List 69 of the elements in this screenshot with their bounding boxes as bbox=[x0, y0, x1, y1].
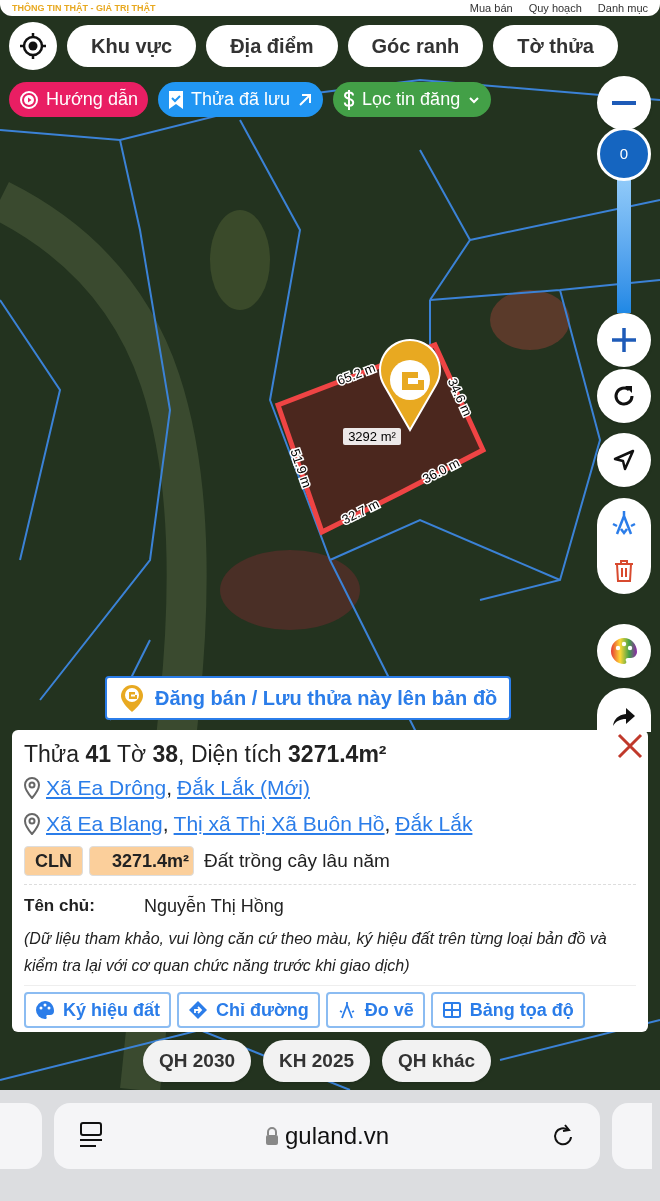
address-link[interactable]: Thị xã Thị Xã Buôn Hồ bbox=[173, 808, 385, 840]
action-button[interactable]: Bảng tọa độ bbox=[430, 992, 585, 1028]
adjacent-tab-preview bbox=[612, 1103, 652, 1169]
table-icon bbox=[441, 1000, 462, 1020]
edge-length-label: 34.6 m bbox=[444, 375, 476, 419]
url-text: guland.vn bbox=[284, 1121, 390, 1151]
plus-icon bbox=[611, 327, 637, 353]
measure-tool-button[interactable] bbox=[610, 509, 638, 537]
post-parcel-button[interactable]: Đăng bán / Lưu thửa này lên bản đồ bbox=[105, 676, 512, 720]
separator-text: , bbox=[384, 811, 391, 838]
edge-length-label: 36.0 m bbox=[419, 454, 463, 487]
zoom-slider-track[interactable] bbox=[617, 180, 631, 313]
color-palette-icon bbox=[609, 636, 639, 666]
bookmark-check-icon bbox=[167, 89, 184, 110]
dollar-icon bbox=[343, 88, 356, 111]
adjacent-tab-preview bbox=[0, 1103, 42, 1169]
search-mode-tab[interactable]: Tờ thửa bbox=[493, 25, 618, 67]
land-type-text: Đất trồng cây lâu năm bbox=[204, 848, 390, 873]
edge-length-label: 51.9 m bbox=[287, 446, 315, 490]
address-bar[interactable]: guland.vn bbox=[54, 1103, 600, 1169]
action-button[interactable]: Ký hiệu đất bbox=[24, 992, 171, 1028]
location-pin-icon bbox=[379, 339, 441, 431]
address-link[interactable]: Xã Ea Drông bbox=[46, 772, 167, 804]
menu-link[interactable]: Danh mục bbox=[597, 1, 648, 15]
lock-icon bbox=[264, 1127, 279, 1145]
crosshair-icon bbox=[19, 32, 47, 60]
planning-layer-button[interactable]: QH 2030 bbox=[143, 1040, 252, 1082]
menu-link[interactable]: Mua bán bbox=[469, 1, 513, 15]
delete-button[interactable] bbox=[613, 559, 635, 583]
filter-chip[interactable]: Thửa đã lưu bbox=[157, 82, 324, 117]
separator-text: , bbox=[166, 775, 173, 802]
address-link[interactable]: Xã Ea Blang bbox=[46, 808, 163, 840]
search-mode-tab[interactable]: Địa điểm bbox=[206, 25, 338, 67]
navigation-arrow-icon bbox=[611, 447, 637, 473]
location-pin-icon bbox=[24, 813, 40, 835]
menu-link[interactable]: Quy hoạch bbox=[528, 1, 582, 15]
search-mode-tab[interactable]: Khu vực bbox=[67, 25, 197, 67]
planning-layer-button[interactable]: KH 2025 bbox=[263, 1040, 371, 1082]
close-icon bbox=[616, 732, 644, 760]
address-link[interactable]: Đắk Lắk bbox=[395, 808, 473, 840]
share-arrow-icon bbox=[611, 706, 637, 728]
filter-chip[interactable]: Hướng dẫn bbox=[9, 82, 148, 117]
area-label: 3292 m² bbox=[348, 429, 396, 444]
search-mode-tab[interactable]: Góc ranh bbox=[347, 25, 484, 67]
filter-chip[interactable]: Lọc tin đăng bbox=[333, 82, 492, 117]
separator-text: , bbox=[162, 811, 169, 838]
pin-logo-icon bbox=[119, 683, 145, 713]
external-arrow-icon bbox=[297, 91, 314, 108]
land-area-badge: 3271.4m² bbox=[89, 846, 195, 876]
disclaimer-text: (Dữ liệu tham khảo, vui lòng căn cứ theo màu, ký hiệu đất trên từng loại bản đồ và kiểm tra lại với cơ quan chức năng trước khi giao dịch) bbox=[24, 925, 636, 986]
edge-length-label: 65.2 m bbox=[334, 359, 378, 389]
trash-icon bbox=[613, 559, 635, 583]
address-link[interactable]: Đắk Lắk (Mới) bbox=[177, 772, 310, 804]
compass-icon bbox=[610, 509, 638, 537]
owner-name: Nguyễn Thị Hồng bbox=[144, 894, 284, 918]
location-pin-icon bbox=[24, 777, 40, 799]
owner-label: Tên chủ: bbox=[24, 895, 96, 918]
parcel-title: Thửa 41 Tờ 38, Diện tích 3271.4m² bbox=[24, 740, 388, 769]
action-button[interactable]: Đo vẽ bbox=[325, 992, 425, 1028]
minus-icon bbox=[612, 101, 636, 105]
tagline: THÔNG TIN THẬT - GIÁ TRỊ THẬT bbox=[12, 2, 156, 14]
action-button[interactable]: Chỉ đường bbox=[177, 992, 320, 1028]
edge-length-label: 32.7 m bbox=[339, 495, 382, 528]
directions-icon bbox=[188, 1000, 208, 1020]
palette-icon bbox=[35, 1000, 55, 1020]
play-circle-icon bbox=[19, 89, 39, 110]
close-button[interactable] bbox=[616, 732, 644, 760]
planning-layer-button[interactable]: QH khác bbox=[382, 1040, 492, 1082]
land-code-badge: CLN bbox=[24, 846, 83, 876]
